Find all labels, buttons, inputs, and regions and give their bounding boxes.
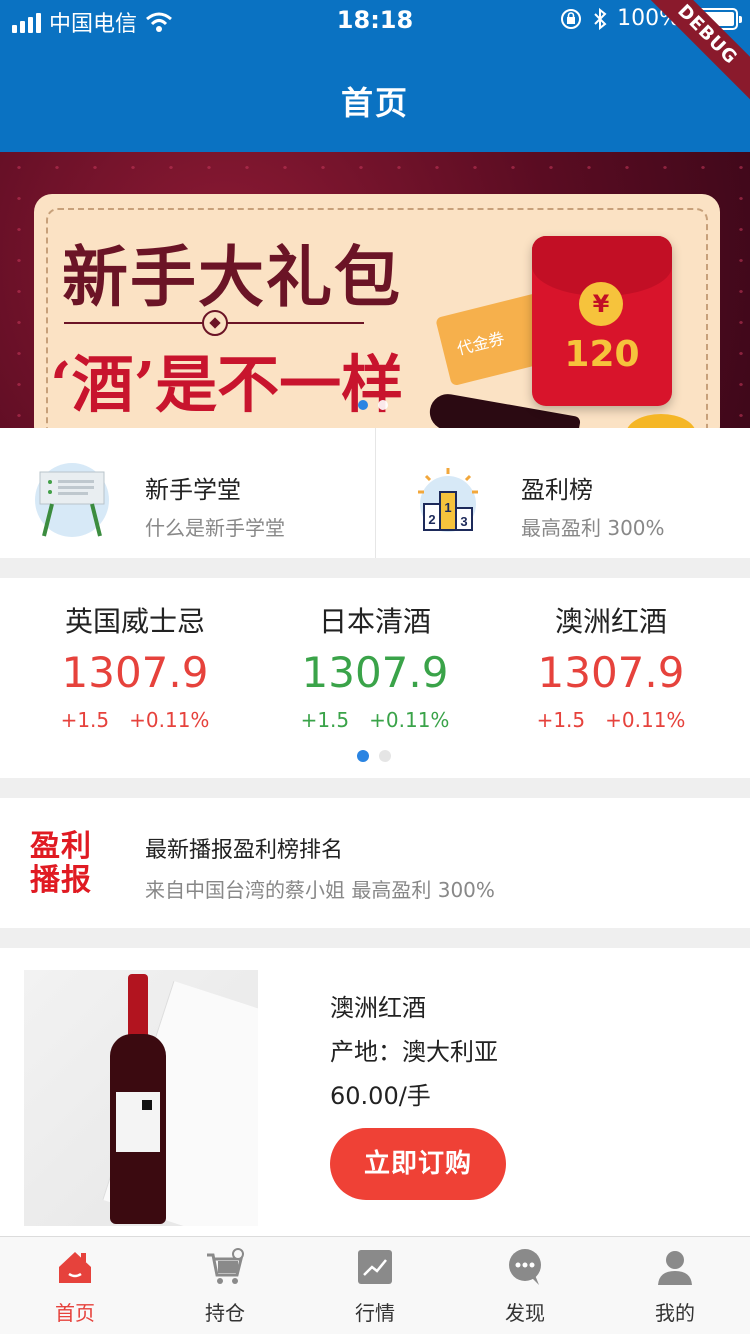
quick-entry-subtitle: 最高盈利 300%: [521, 516, 665, 540]
voucher-label: 代金券: [455, 328, 507, 359]
quick-entry-subtitle: 什么是新手学堂: [145, 516, 285, 540]
cart-icon: [207, 1248, 244, 1284]
bluetooth-icon: [594, 7, 607, 30]
ticker-change: +1.5 +0.11%: [250, 708, 500, 732]
ticker-price: 1307.9: [301, 648, 449, 697]
ticker-name: 澳洲红酒: [554, 605, 667, 638]
tab-holdings[interactable]: 持仓: [150, 1237, 300, 1334]
tab-label: 发现: [505, 1301, 545, 1325]
status-bar: 中国电信 18:18 100%: [0, 0, 750, 40]
coin-ornament-icon: [202, 310, 228, 336]
product-price: 60.00/手: [330, 1082, 431, 1110]
market-tickers[interactable]: 英国威士忌 1307.9 +1.5 +0.11% 日本清酒 1307.9 +1.5…: [0, 578, 750, 778]
envelope-amount: 120: [564, 334, 640, 375]
ticker-change-pct: +0.11%: [369, 708, 450, 732]
product-card[interactable]: 澳洲红酒 产地：澳大利亚 60.00/手 立即订购: [0, 948, 750, 1236]
product-origin: 产地：澳大利亚: [330, 1038, 498, 1066]
page-title: 首页: [340, 84, 409, 122]
ticker-pager-dot-active[interactable]: [357, 750, 369, 762]
svg-text:2: 2: [428, 512, 435, 527]
bottom-tab-bar: 首页 持仓 行情 发现 我的: [0, 1236, 750, 1334]
app-header: 中国电信 18:18 100% DEBUG 首页: [0, 0, 750, 152]
quick-entry-title: 新手学堂: [145, 476, 241, 504]
banner-pager[interactable]: [358, 400, 388, 410]
wine-bottle-icon: [110, 974, 166, 1224]
app-screen: 中国电信 18:18 100% DEBUG 首页 新手大礼包 ‘酒’是不一样 代…: [0, 0, 750, 1334]
product-image: [24, 970, 258, 1226]
yuan-coin-icon: ¥: [579, 282, 623, 326]
rotation-lock-icon: [561, 8, 582, 29]
tab-profile[interactable]: 我的: [600, 1237, 750, 1334]
svg-text:1: 1: [444, 500, 451, 515]
ticker-change: +1.5 +0.11%: [486, 708, 736, 732]
tab-label: 持仓: [205, 1301, 245, 1325]
product-name: 澳洲红酒: [330, 994, 426, 1022]
ticker-change-abs: +1.5: [536, 708, 586, 732]
quick-entries: 新手学堂 什么是新手学堂 2 1 3 盈利榜 最高盈利 300%: [0, 428, 750, 558]
ticker-name: 日本清酒: [318, 605, 431, 638]
buy-now-button[interactable]: 立即订购: [330, 1128, 506, 1200]
ticker-change-pct: +0.11%: [605, 708, 686, 732]
home-icon: [59, 1252, 91, 1283]
tab-label: 我的: [655, 1301, 695, 1325]
banner-card: 新手大礼包 ‘酒’是不一样 代金券 ¥ 120: [34, 194, 720, 428]
quick-entry-profit-ranking[interactable]: 2 1 3 盈利榜 最高盈利 300%: [375, 428, 750, 558]
profit-broadcast-logo: 盈利 播报: [30, 830, 102, 898]
banner-pager-dot-active[interactable]: [358, 400, 368, 410]
banner-slogan: ‘酒’是不一样: [50, 348, 404, 421]
ticker-uk-whisky[interactable]: 英国威士忌 1307.9 +1.5 +0.11%: [10, 578, 260, 738]
logo-line-1: 盈利: [30, 829, 92, 864]
ticker-pager[interactable]: [357, 750, 391, 762]
ticker-japan-sake[interactable]: 日本清酒 1307.9 +1.5 +0.11%: [250, 578, 500, 738]
banner-headline: 新手大礼包: [62, 238, 402, 316]
ticker-name: 英国威士忌: [64, 605, 205, 638]
ticker-change: +1.5 +0.11%: [10, 708, 260, 732]
chat-bubble-icon: [509, 1249, 541, 1285]
quick-entry-title: 盈利榜: [521, 476, 593, 504]
ticker-pager-dot[interactable]: [379, 750, 391, 762]
tab-label: 首页: [55, 1301, 95, 1325]
red-envelope: ¥ 120: [532, 236, 672, 406]
promo-banner[interactable]: 新手大礼包 ‘酒’是不一样 代金券 ¥ 120: [0, 152, 750, 428]
ticker-price: 1307.9: [61, 648, 209, 697]
ticker-change-abs: +1.5: [60, 708, 110, 732]
broadcast-title: 最新播报盈利榜排名: [145, 838, 344, 863]
tab-label: 行情: [355, 1301, 395, 1325]
presentation-board-icon: [35, 463, 109, 537]
svg-text:3: 3: [460, 514, 467, 529]
ticker-aus-red-wine[interactable]: 澳洲红酒 1307.9 +1.5 +0.11%: [486, 578, 736, 738]
ticker-price: 1307.9: [537, 648, 685, 697]
broadcast-subtitle: 来自中国台湾的蔡小姐 最高盈利 300%: [145, 878, 495, 902]
tab-market[interactable]: 行情: [300, 1237, 450, 1334]
ticker-change-pct: +0.11%: [129, 708, 210, 732]
podium-icon: 2 1 3: [418, 468, 478, 532]
profit-broadcast[interactable]: 盈利 播报 最新播报盈利榜排名 来自中国台湾的蔡小姐 最高盈利 300%: [0, 798, 750, 928]
tab-discover[interactable]: 发现: [450, 1237, 600, 1334]
tab-home[interactable]: 首页: [0, 1237, 150, 1334]
ticker-change-abs: +1.5: [300, 708, 350, 732]
quick-entry-newbie-school[interactable]: 新手学堂 什么是新手学堂: [0, 428, 375, 558]
banner-pager-dot[interactable]: [378, 400, 388, 410]
logo-line-2: 播报: [30, 863, 92, 898]
user-icon: [658, 1251, 692, 1285]
chart-icon: [358, 1250, 392, 1284]
